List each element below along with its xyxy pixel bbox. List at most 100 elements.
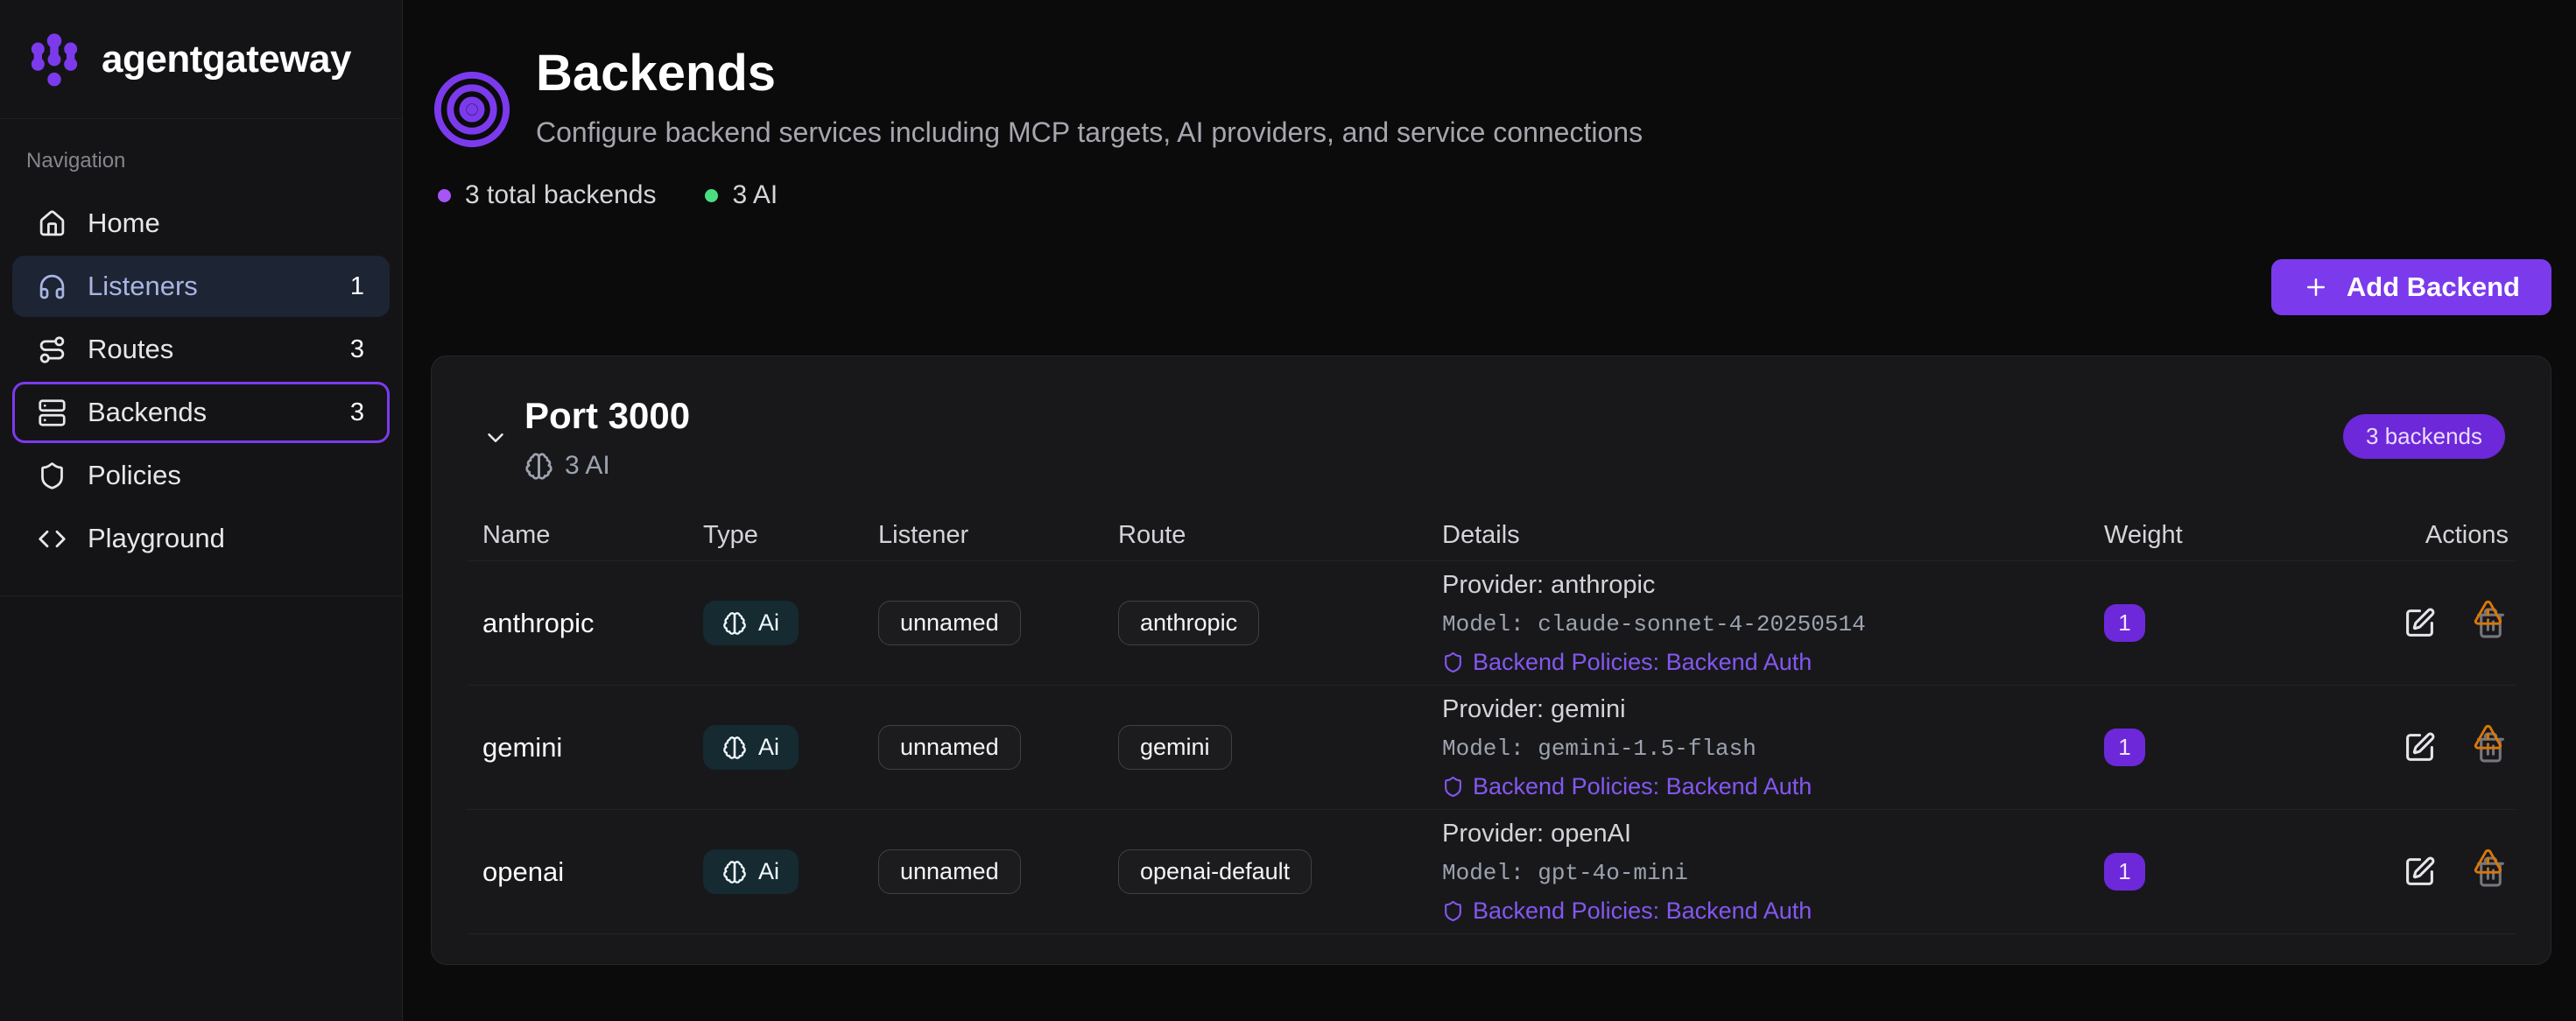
- type-badge: Ai: [703, 601, 799, 645]
- stat-label: 3 total backends: [465, 180, 656, 210]
- table-row-gemini: gemini Ai unnamed gemini Provider: gemin…: [467, 686, 2516, 810]
- nav-item-count: 3: [350, 398, 364, 427]
- nav-item-count: 1: [350, 272, 364, 301]
- add-backend-button[interactable]: Add Backend: [2271, 259, 2551, 315]
- provider-text: Provider: anthropic: [1442, 571, 2104, 600]
- brain-icon: [722, 860, 747, 884]
- agentgateway-logo-icon: [26, 29, 82, 90]
- column-header-route: Route: [1118, 521, 1442, 550]
- sidebar-item-label: Backends: [88, 397, 207, 428]
- add-backend-label: Add Backend: [2347, 271, 2520, 303]
- warning-triangle-icon: [2473, 598, 2503, 629]
- row-actions: [2404, 731, 2509, 764]
- edit-backend-button[interactable]: [2404, 856, 2436, 888]
- backend-name: gemini: [482, 732, 703, 764]
- backend-name: openai: [482, 856, 703, 888]
- page-header: Backends Configure backend services incl…: [431, 47, 2551, 151]
- plus-icon: [2303, 274, 2329, 300]
- port-card: Port 3000 3 AI 3 backends NameTypeListen…: [431, 356, 2551, 965]
- model-text: Model: gemini-1.5-flash: [1442, 736, 2104, 762]
- sidebar-item-listeners[interactable]: Listeners 1: [12, 256, 390, 317]
- warning-triangle-icon: [2473, 722, 2503, 753]
- nav-section-label: Navigation: [26, 149, 376, 173]
- row-actions: [2404, 856, 2509, 888]
- app-title: agentgateway: [102, 38, 351, 81]
- column-header-actions: Actions: [2425, 521, 2509, 550]
- backend-policies-label: Backend Policies: Backend Auth: [1473, 898, 1812, 925]
- edit-icon: [2404, 607, 2436, 639]
- stat: 3 total backends: [438, 180, 656, 210]
- code-icon: [38, 525, 67, 553]
- stats-row: 3 total backends 3 AI: [431, 180, 2551, 210]
- edit-backend-button[interactable]: [2404, 607, 2436, 639]
- backend-policies-link: Backend Policies: Backend Auth: [1442, 898, 2104, 925]
- table-header-row: NameTypeListenerRouteDetailsWeightAction…: [467, 510, 2516, 561]
- delete-backend-button[interactable]: [2474, 607, 2507, 639]
- backend-policies-label: Backend Policies: Backend Auth: [1473, 773, 1812, 800]
- provider-text: Provider: gemini: [1442, 695, 2104, 724]
- backend-name: anthropic: [482, 608, 703, 639]
- edit-backend-button[interactable]: [2404, 731, 2436, 764]
- delete-backend-button[interactable]: [2474, 856, 2507, 888]
- type-badge-label: Ai: [758, 734, 779, 761]
- type-badge: Ai: [703, 849, 799, 894]
- nav-list: Home Listeners 1 Routes 3 Backends 3 Pol…: [12, 193, 390, 569]
- route-pill: gemini: [1118, 725, 1232, 770]
- shield-icon: [1442, 900, 1464, 922]
- type-badge-label: Ai: [758, 609, 779, 637]
- type-badge-label: Ai: [758, 858, 779, 885]
- sidebar-nav: Navigation Home Listeners 1 Routes 3 Bac…: [0, 119, 402, 596]
- weight-badge: 1: [2104, 604, 2145, 642]
- weight-badge: 1: [2104, 729, 2145, 766]
- listener-pill: unnamed: [878, 601, 1021, 645]
- brain-icon: [722, 736, 747, 760]
- sidebar-item-routes[interactable]: Routes 3: [12, 319, 390, 380]
- edit-icon: [2404, 856, 2436, 888]
- route-pill: openai-default: [1118, 849, 1312, 894]
- sidebar: agentgateway Navigation Home Listeners 1…: [0, 0, 403, 1021]
- column-header-listener: Listener: [878, 521, 1118, 550]
- details-cell: Provider: gemini Model: gemini-1.5-flash…: [1442, 695, 2104, 800]
- page-subtitle: Configure backend services including MCP…: [536, 116, 1643, 149]
- stat-label: 3 AI: [732, 180, 778, 210]
- route-icon: [38, 335, 67, 364]
- backend-policies-link: Backend Policies: Backend Auth: [1442, 649, 2104, 676]
- brain-icon: [722, 611, 747, 636]
- listener-pill: unnamed: [878, 725, 1021, 770]
- nav-item-count: 3: [350, 335, 364, 364]
- route-pill: anthropic: [1118, 601, 1259, 645]
- brain-icon: [524, 452, 553, 481]
- sidebar-item-backends[interactable]: Backends 3: [12, 382, 390, 443]
- card-subtitle-label: 3 AI: [565, 451, 610, 481]
- main-content: Backends Configure backend services incl…: [403, 0, 2576, 1021]
- details-cell: Provider: openAI Model: gpt-4o-mini Back…: [1442, 820, 2104, 925]
- stat-dot: [705, 189, 718, 202]
- column-header-details: Details: [1442, 521, 2104, 550]
- chevron-down-icon: [482, 425, 509, 451]
- column-header-name: Name: [482, 521, 703, 550]
- stat: 3 AI: [705, 180, 778, 210]
- listener-pill: unnamed: [878, 849, 1021, 894]
- edit-icon: [2404, 731, 2436, 764]
- sidebar-item-playground[interactable]: Playground: [12, 508, 390, 569]
- collapse-card-button[interactable]: [482, 425, 509, 451]
- page-title: Backends: [536, 47, 1643, 101]
- details-cell: Provider: anthropic Model: claude-sonnet…: [1442, 571, 2104, 676]
- sidebar-item-home[interactable]: Home: [12, 193, 390, 254]
- type-badge: Ai: [703, 725, 799, 770]
- sidebar-item-label: Routes: [88, 334, 173, 365]
- card-header: Port 3000 3 AI 3 backends: [432, 356, 2551, 481]
- backend-count-badge: 3 backends: [2343, 414, 2505, 459]
- server-icon: [38, 398, 67, 427]
- backend-policies-label: Backend Policies: Backend Auth: [1473, 649, 1812, 676]
- delete-backend-button[interactable]: [2474, 731, 2507, 764]
- card-subtitle: 3 AI: [524, 451, 690, 481]
- sidebar-item-label: Home: [88, 208, 160, 239]
- table-row-openai: openai Ai unnamed openai-default Provide…: [467, 810, 2516, 934]
- target-icon: [431, 68, 513, 151]
- sidebar-item-policies[interactable]: Policies: [12, 445, 390, 506]
- home-icon: [38, 209, 67, 238]
- backends-table: NameTypeListenerRouteDetailsWeightAction…: [432, 510, 2551, 934]
- app-logo: agentgateway: [0, 0, 402, 119]
- provider-text: Provider: openAI: [1442, 820, 2104, 848]
